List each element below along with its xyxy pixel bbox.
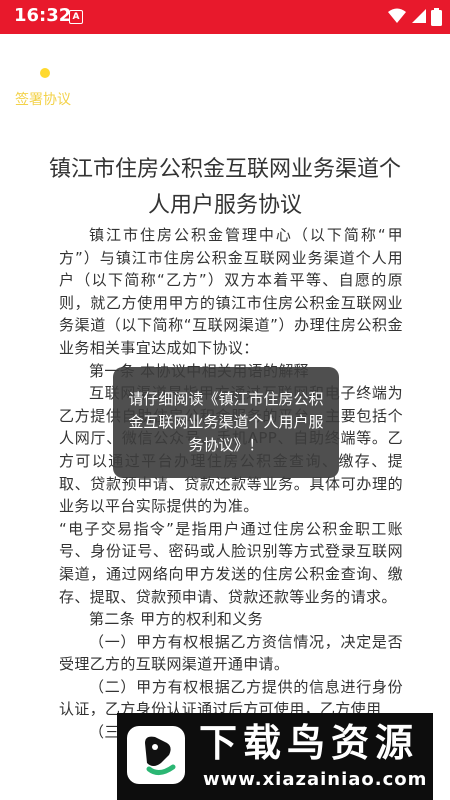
clause-2-heading: 第二条 甲方的权利和义务 xyxy=(89,610,263,629)
watermark-banner: 下载鸟资源 www.xiazainiao.com xyxy=(117,713,433,800)
watermark-brand: 下载鸟资源 xyxy=(199,721,420,765)
bird-logo-icon xyxy=(145,736,176,775)
agreement-body[interactable]: 镇江市住房公积金管理中心（以下简称“甲方”）与镇江市住房公积金互联网业务渠道个人… xyxy=(59,224,403,744)
sign-agreement-link[interactable]: 签署协议 xyxy=(15,89,71,109)
wifi-icon xyxy=(388,8,406,23)
toast-message: 请仔细阅读《镇江市住房公积金互联网业务渠道个人用户服务协议》！ xyxy=(113,367,339,478)
paragraph: “电子交易指令”是指用户通过住房公积金职工账号、身份证号、密码或人脸识别等方式登… xyxy=(59,519,403,606)
watermark-site: www.xiazainiao.com xyxy=(203,769,428,790)
status-bar: 16:32 A xyxy=(0,0,450,34)
status-time: 16:32 xyxy=(14,5,72,26)
paragraph-intro: 镇江市住房公积金管理中心（以下简称“甲方”）与镇江市住房公积金互联网业务渠道个人… xyxy=(59,226,403,357)
battery-icon xyxy=(431,8,442,26)
document-title: 镇江市住房公积金互联网业务渠道个人用户服务协议 xyxy=(48,157,401,218)
toast-text: 请仔细阅读《镇江市住房公积金互联网业务渠道个人用户服务协议》！ xyxy=(128,390,324,454)
signal-icon xyxy=(412,9,426,23)
indicator-dot xyxy=(40,68,50,78)
notification-a-icon: A xyxy=(69,10,83,24)
paragraph: （一）甲方有权根据乙方资信情况，决定是否受理乙方的互联网渠道开通申请。 xyxy=(59,632,403,674)
